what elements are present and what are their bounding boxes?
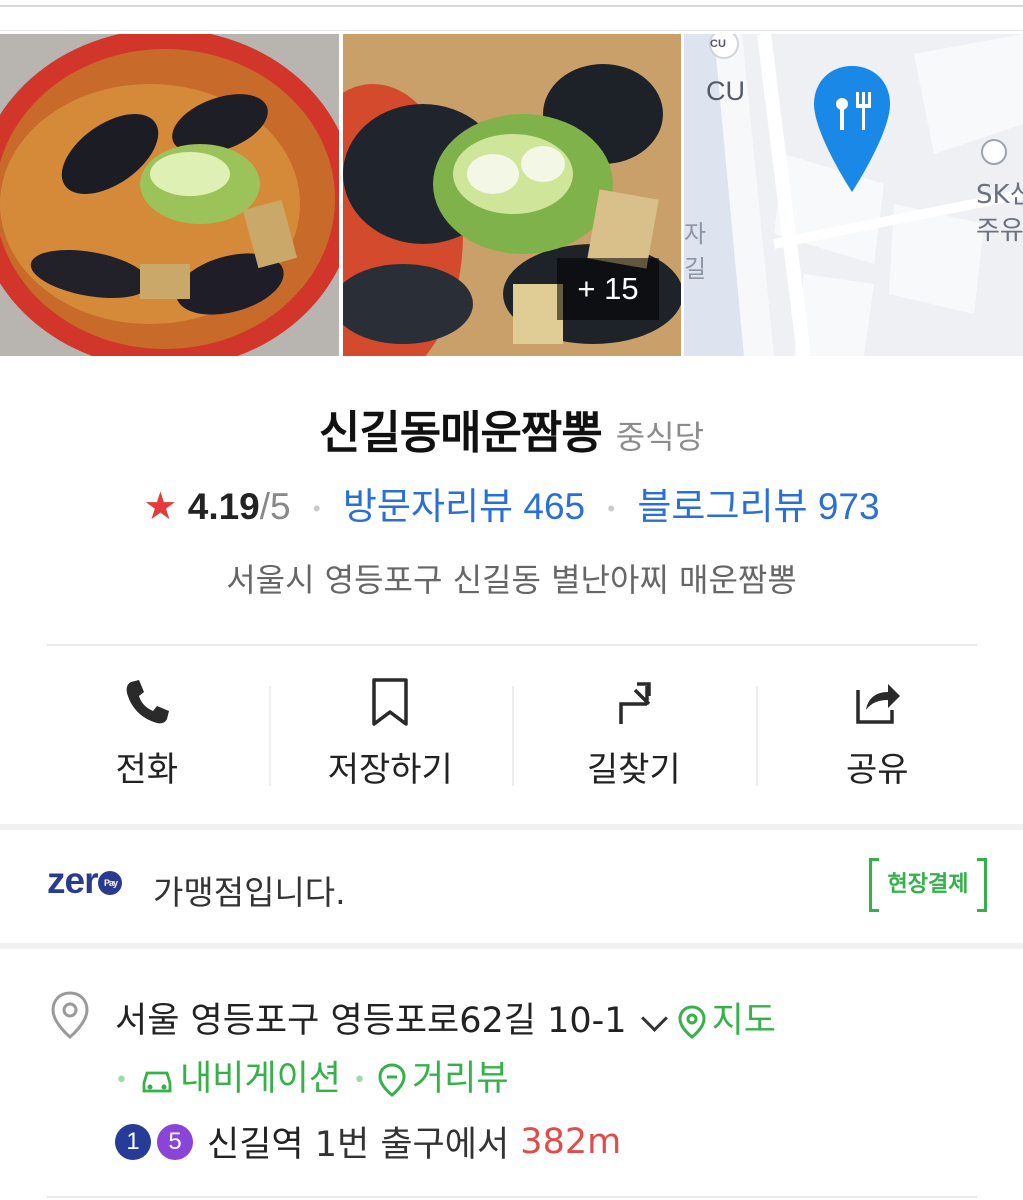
navigation-row: • 내비게이션 • 거리뷰 bbox=[115, 1050, 509, 1101]
car-icon bbox=[142, 1071, 172, 1093]
map-label-cu: CU bbox=[706, 76, 745, 106]
separator-dot: • bbox=[607, 496, 616, 522]
divider bbox=[47, 1196, 977, 1198]
visitor-reviews-link[interactable]: 방문자리뷰 465 bbox=[343, 486, 585, 527]
top-divider-2 bbox=[0, 30, 1023, 31]
zeropay-text: 가맹점입니다. bbox=[153, 873, 346, 912]
map-label-station2: 주유 bbox=[976, 216, 1023, 246]
map-link[interactable]: 지도 bbox=[712, 1001, 776, 1041]
address-text[interactable]: 서울 영등포구 영등포로62길 10-1 bbox=[115, 1001, 627, 1041]
chevron-down-icon[interactable] bbox=[640, 1004, 668, 1032]
onsite-payment-badge: 현장결제 bbox=[869, 858, 987, 912]
subway-line-5-badge: 5 bbox=[157, 1123, 193, 1160]
call-button[interactable]: 전화 bbox=[25, 672, 269, 792]
address-line: 서울 영등포구 영등포로62길 10-1 지도 bbox=[115, 992, 776, 1043]
top-bar bbox=[0, 0, 1023, 34]
photo-2[interactable]: + 15 bbox=[343, 34, 681, 356]
map-label-street: 자 bbox=[684, 220, 707, 248]
separator-dot: • bbox=[312, 496, 321, 522]
save-label: 저장하기 bbox=[327, 750, 453, 790]
zeropay-row: zer Pay 가맹점입니다. 현장결제 bbox=[47, 858, 987, 914]
street-view-link[interactable]: 거리뷰 bbox=[412, 1059, 509, 1099]
divider bbox=[47, 644, 977, 646]
street-view-icon bbox=[378, 1063, 406, 1097]
map-label-street2: 길 bbox=[684, 255, 707, 283]
station-name: 신길역 bbox=[207, 1125, 304, 1165]
subway-row: 1 5 신길역 1번 출구에서 382m bbox=[115, 1116, 621, 1167]
place-name: 신길동매운짬뽕 bbox=[318, 406, 603, 459]
bookmark-icon bbox=[372, 678, 408, 726]
rating-value: 4.19 bbox=[187, 486, 260, 527]
place-meta-row: ★ 4.19/5 • 방문자리뷰 465 • 블로그리뷰 973 bbox=[0, 476, 1023, 530]
save-button[interactable]: 저장하기 bbox=[268, 672, 513, 792]
separator-dot: • bbox=[115, 1067, 128, 1093]
photo-1[interactable] bbox=[0, 34, 339, 356]
map-pin-icon bbox=[678, 1005, 706, 1039]
directions-label: 길찾기 bbox=[586, 750, 681, 790]
zeropay-pay-mark: Pay bbox=[98, 871, 123, 896]
action-bar: 전화 저장하기 길찾기 공유 bbox=[25, 672, 999, 792]
section-divider bbox=[0, 824, 1023, 830]
place-category: 중식당 bbox=[615, 418, 705, 456]
subway-line-1-badge: 1 bbox=[115, 1123, 151, 1160]
share-label: 공유 bbox=[845, 750, 909, 790]
top-divider bbox=[0, 5, 1023, 7]
share-button[interactable]: 공유 bbox=[755, 672, 1000, 792]
map-label-cu-badge: CU bbox=[710, 38, 726, 50]
more-photos-badge[interactable]: + 15 bbox=[557, 258, 659, 320]
food-photo-1 bbox=[0, 34, 339, 356]
call-label: 전화 bbox=[115, 750, 179, 790]
map-preview[interactable]: CU CU 자 길 SK신길 주유 bbox=[684, 34, 1023, 356]
star-icon: ★ bbox=[143, 486, 178, 528]
station-exit: 1번 출구에서 bbox=[314, 1125, 510, 1165]
map-label-station: SK신길 bbox=[976, 180, 1023, 210]
separator-dot: • bbox=[353, 1067, 366, 1093]
place-description: 서울시 영등포구 신길동 별난아찌 매운짬뽕 bbox=[226, 561, 797, 599]
section-divider bbox=[0, 943, 1023, 949]
zeropay-logo-text: zer bbox=[47, 860, 98, 901]
photo-strip[interactable]: + 15 CU CU 자 길 SK신길 주유 bbox=[0, 34, 1023, 356]
phone-icon bbox=[126, 680, 169, 724]
share-icon bbox=[856, 684, 901, 724]
blog-reviews-link[interactable]: 블로그리뷰 973 bbox=[637, 486, 879, 527]
location-pin-icon bbox=[51, 991, 89, 1039]
directions-button[interactable]: 길찾기 bbox=[512, 672, 756, 792]
zeropay-logo: zer Pay bbox=[47, 860, 123, 902]
restaurant-pin-icon[interactable] bbox=[812, 64, 892, 196]
rating-max: /5 bbox=[259, 486, 291, 527]
station-distance: 382m bbox=[520, 1121, 622, 1162]
place-title-row: 신길동매운짬뽕 중식당 bbox=[0, 396, 1023, 461]
navigation-link[interactable]: 내비게이션 bbox=[180, 1059, 341, 1099]
directions-icon bbox=[619, 682, 651, 724]
